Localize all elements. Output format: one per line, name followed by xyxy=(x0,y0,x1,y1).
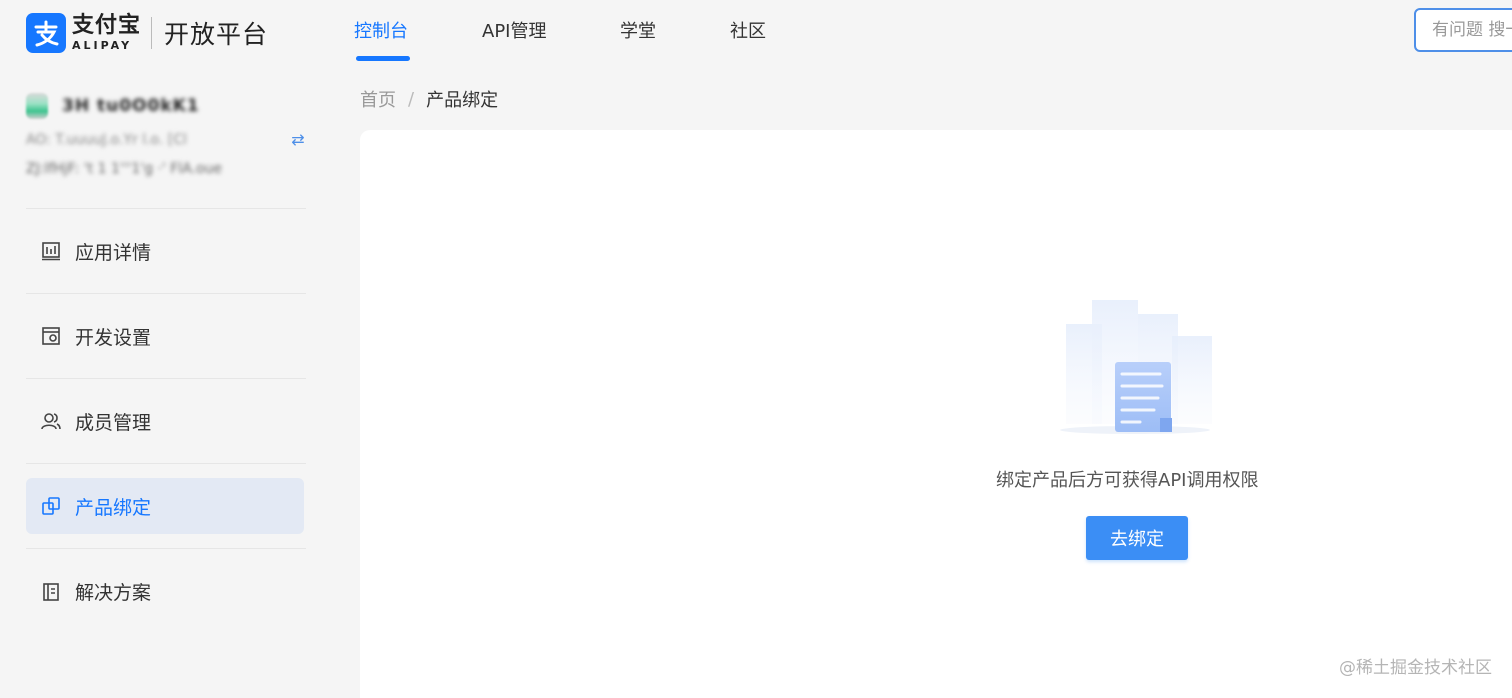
members-icon xyxy=(40,410,62,432)
nav-community[interactable]: 社区 xyxy=(730,0,770,64)
chart-icon xyxy=(40,240,62,262)
main-panel: 绑定产品后方可获得API调用权限 去绑定 xyxy=(360,130,1512,698)
nav-api-management[interactable]: API管理 xyxy=(482,0,552,64)
sidebar: 3H tu0O0kK1 AO: T.uuuuJ.o.Yr l.o. [Cl ⇄ … xyxy=(0,64,330,698)
sidebar-item-dev-settings[interactable]: 开发设置 xyxy=(26,294,306,379)
sidebar-item-label: 开发设置 xyxy=(75,326,152,349)
top-nav: 控制台 API管理 学堂 社区 xyxy=(354,0,770,64)
account-email: ZJ:lfHjF: 't 1 1'''1'g ·' FlA.oue xyxy=(26,161,223,177)
sidebar-item-label: 解决方案 xyxy=(75,582,152,604)
breadcrumb-separator: / xyxy=(408,88,415,110)
platform-title: 开放平台 xyxy=(164,20,269,49)
watermark-text: @稀土掘金技术社区 xyxy=(1339,658,1492,678)
empty-state-message: 绑定产品后方可获得API调用权限 xyxy=(996,470,1259,491)
app-name: 3H tu0O0kK1 xyxy=(62,96,200,116)
breadcrumb-current: 产品绑定 xyxy=(426,90,499,111)
logo-divider xyxy=(151,17,153,49)
logo-cn-text: 支付宝 xyxy=(72,13,142,38)
account-info: 3H tu0O0kK1 AO: T.uuuuJ.o.Yr l.o. [Cl ⇄ … xyxy=(26,90,306,177)
search-input[interactable] xyxy=(1432,20,1512,40)
breadcrumb-home[interactable]: 首页 xyxy=(360,86,396,112)
sidebar-item-members[interactable]: 成员管理 xyxy=(26,379,306,464)
sidebar-menu: 应用详情 开发设置 成员管理 产品绑定 解决方案 xyxy=(26,208,306,634)
sidebar-item-label: 成员管理 xyxy=(75,411,152,434)
switch-app-icon[interactable]: ⇄ xyxy=(290,130,306,149)
sidebar-item-label: 产品绑定 xyxy=(75,496,152,519)
sidebar-item-product-binding[interactable]: 产品绑定 xyxy=(26,464,306,549)
alipay-logo-icon xyxy=(26,13,66,53)
sidebar-item-label: 应用详情 xyxy=(75,241,152,264)
app-id: AO: T.uuuuJ.o.Yr l.o. [Cl xyxy=(26,131,187,148)
sidebar-item-app-details[interactable]: 应用详情 xyxy=(26,209,306,294)
go-bind-button[interactable]: 去绑定 xyxy=(1086,516,1188,560)
sidebar-item-solutions[interactable]: 解决方案 xyxy=(26,549,306,634)
nav-school[interactable]: 学堂 xyxy=(620,0,660,64)
empty-document-illustration xyxy=(1050,292,1220,442)
book-icon xyxy=(40,581,62,603)
alipay-logo[interactable]: 支付宝 ALIPAY 开放平台 xyxy=(26,13,268,53)
app-avatar xyxy=(26,93,48,119)
search-box[interactable] xyxy=(1414,8,1512,52)
link-icon xyxy=(40,495,62,517)
top-header: 支付宝 ALIPAY 开放平台 控制台 API管理 学堂 社区 xyxy=(0,0,1512,64)
dev-settings-icon xyxy=(40,325,62,347)
logo-en-text: ALIPAY xyxy=(72,39,133,52)
breadcrumb: 首页 / 产品绑定 xyxy=(360,86,498,112)
nav-console[interactable]: 控制台 xyxy=(354,0,412,64)
